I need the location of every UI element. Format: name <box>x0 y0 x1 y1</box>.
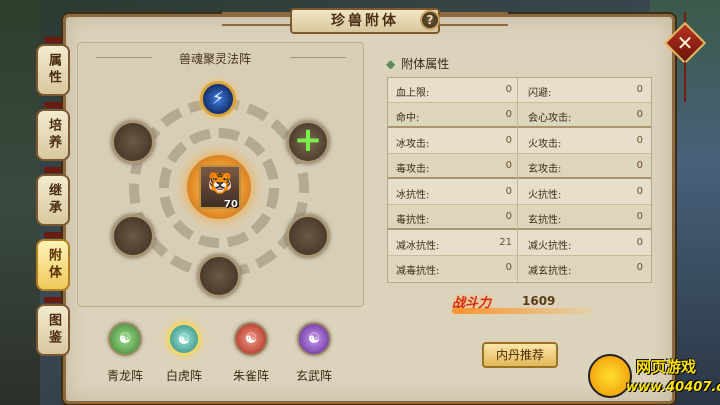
logo-text-bottom: www.40407.com <box>626 380 720 395</box>
attr-row: 减毒抗性: 0 减玄抗性: 0 <box>388 256 651 281</box>
tab-attributes[interactable]: 属性 <box>36 44 70 96</box>
diamond-icon: ◆ <box>386 57 396 71</box>
site-logo: 网页游戏 www.40407.com <box>588 352 720 402</box>
tab-inherit[interactable]: 继承 <box>36 174 70 226</box>
attr-row: 冰攻击: 0 火攻击: 0 <box>388 129 651 154</box>
attr-row: 命中: 0 会心攻击: 0 <box>388 103 651 128</box>
black-tortoise-formation-button[interactable]: ☯ <box>297 322 331 356</box>
attr-label: 玄攻击: <box>528 164 562 175</box>
azure-dragon-formation-button[interactable]: ☯ <box>108 322 142 356</box>
attr-label: 命中: <box>396 113 420 124</box>
attr-label: 血上限: <box>396 88 430 99</box>
attr-label: 减毒抗性: <box>396 266 440 277</box>
attr-value: 0 <box>636 186 643 197</box>
attr-label: 减火抗性: <box>528 241 572 252</box>
formation-label: 朱雀阵 <box>232 369 269 383</box>
close-tassel-bottom <box>684 62 686 102</box>
attr-row: 毒抗性: 0 玄抗性: 0 <box>388 205 651 230</box>
tab-cap <box>44 232 62 238</box>
pet-slot-empty[interactable] <box>111 120 155 164</box>
formation-label: 玄武阵 <box>295 369 332 383</box>
attr-row: 血上限: 0 闪避: 0 <box>388 78 651 103</box>
window-title: 珍兽附体 <box>290 8 440 34</box>
tab-attach[interactable]: 附体 <box>36 239 70 291</box>
vermilion-bird-formation-button[interactable]: ☯ <box>234 322 268 356</box>
tab-cap <box>44 37 62 43</box>
attr-value: 0 <box>636 84 643 95</box>
title-ornament-left <box>222 12 292 26</box>
tab-cap <box>44 297 62 303</box>
attr-label: 火抗性: <box>528 190 562 201</box>
attributes-header: ◆ 附体属性 <box>386 55 449 72</box>
array-title: 兽魂聚灵法阵 <box>178 52 251 66</box>
inner-pill-recommend-button[interactable]: 内丹推荐 <box>482 342 558 368</box>
attr-label: 玄抗性: <box>528 215 562 226</box>
attr-value: 0 <box>505 211 512 222</box>
scene-background-left <box>0 0 40 405</box>
attributes-table: 血上限: 0 闪避: 0 命中: 0 会心攻击: 0 冰攻击: 0 火攻击: 0… <box>387 77 652 283</box>
attr-value: 0 <box>636 109 643 120</box>
attr-value: 0 <box>505 160 512 171</box>
column-divider <box>517 78 518 282</box>
tab-cap <box>44 102 62 108</box>
attr-value: 21 <box>499 237 512 248</box>
attr-label: 冰攻击: <box>396 139 430 150</box>
lightning-skill-icon[interactable]: ⚡ <box>200 81 236 117</box>
pet-slot-empty[interactable] <box>111 214 155 258</box>
attr-label: 毒抗性: <box>396 215 430 226</box>
tab-collection[interactable]: 图鉴 <box>36 304 70 356</box>
add-pet-slot[interactable]: + <box>286 120 330 164</box>
help-icon[interactable]: ? <box>420 10 440 30</box>
attr-value: 0 <box>505 262 512 273</box>
attr-value: 0 <box>636 135 643 146</box>
title-ornament-right <box>438 12 508 26</box>
attr-value: 0 <box>636 237 643 248</box>
attr-label: 冰抗性: <box>396 190 430 201</box>
attr-value: 0 <box>636 160 643 171</box>
attr-value: 0 <box>505 84 512 95</box>
pet-slot-empty[interactable] <box>286 214 330 258</box>
title-divider-right <box>290 57 346 58</box>
tab-cultivate[interactable]: 培养 <box>36 109 70 161</box>
attributes-title: 附体属性 <box>401 57 450 71</box>
attr-row: 减冰抗性: 21 减火抗性: 0 <box>388 231 651 256</box>
attr-value: 0 <box>505 186 512 197</box>
pet-slot-empty[interactable] <box>197 254 241 298</box>
attr-row: 冰抗性: 0 火抗性: 0 <box>388 180 651 205</box>
attr-row: 毒攻击: 0 玄攻击: 0 <box>388 154 651 179</box>
combat-power-label: 战斗力 <box>452 296 492 311</box>
combat-power: 战斗力 1609 <box>452 292 602 316</box>
combat-power-value: 1609 <box>522 294 556 308</box>
attr-value: 0 <box>636 211 643 222</box>
attr-value: 0 <box>636 262 643 273</box>
attr-label: 毒攻击: <box>396 164 430 175</box>
logo-text-top: 网页游戏 <box>636 358 697 376</box>
close-icon: ✕ <box>676 31 694 55</box>
attr-value: 0 <box>505 109 512 120</box>
tab-cap <box>44 167 62 173</box>
attr-label: 减玄抗性: <box>528 266 572 277</box>
formation-label: 白虎阵 <box>165 369 202 383</box>
pet-level: 70 <box>224 199 238 210</box>
formation-label: 青龙阵 <box>106 369 143 383</box>
attr-label: 会心攻击: <box>528 113 572 124</box>
attr-label: 火攻击: <box>528 139 562 150</box>
attr-label: 闪避: <box>528 88 552 99</box>
attr-value: 0 <box>505 135 512 146</box>
attr-label: 减冰抗性: <box>396 241 440 252</box>
white-tiger-formation-button[interactable]: ☯ <box>167 322 201 356</box>
